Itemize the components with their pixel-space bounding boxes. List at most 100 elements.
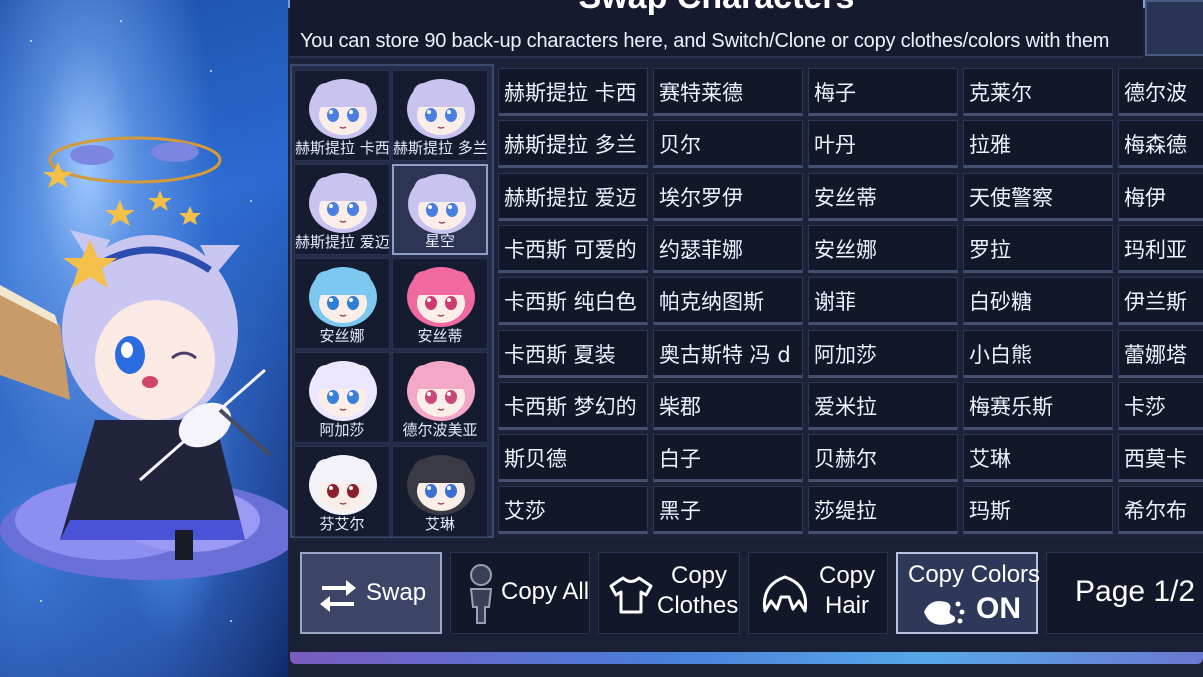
character-name-cell[interactable]: 安丝蒂 (808, 172, 958, 221)
character-name-cell[interactable]: 卡西斯 可爱的 (498, 224, 648, 273)
character-portrait-icon (309, 455, 377, 515)
character-slot[interactable]: 星空 (392, 164, 488, 255)
character-name-cell[interactable]: 叶丹 (808, 120, 958, 169)
person-silhouette-icon (469, 564, 493, 624)
copy-all-label: Copy All (501, 578, 590, 605)
character-name-cell[interactable]: 谢菲 (808, 277, 958, 326)
character-slot-label: 赫斯提拉 卡西 (295, 139, 389, 157)
character-portrait-icon (407, 361, 475, 421)
character-slot[interactable]: 赫斯提拉 卡西 (294, 70, 390, 161)
character-name-cell[interactable]: 艾莎 (498, 486, 648, 535)
character-slot-grid: 赫斯提拉 卡西 赫斯提拉 多兰 赫斯提拉 爱迈 星空安丝娜 安丝蒂阿加莎 德尔波美亚芬艾尔… (290, 64, 494, 538)
character-name-cell[interactable]: 梅子 (808, 68, 958, 116)
character-slot[interactable]: 阿加莎 (294, 352, 390, 443)
character-slot[interactable]: 艾琳 (392, 446, 488, 537)
character-name-cell[interactable]: 罗拉 (963, 224, 1113, 273)
character-name-cell[interactable]: 赫斯提拉 爱迈 (498, 172, 648, 221)
character-name-cell[interactable]: 小白熊 (963, 329, 1113, 378)
copy-hair-button[interactable]: Copy Hair (748, 552, 888, 634)
character-portrait-icon (407, 79, 475, 139)
character-name-cell[interactable]: 莎缇拉 (808, 486, 958, 535)
panel-header: Swap Characters You can store 90 back-up… (290, 0, 1143, 58)
character-name-cell[interactable]: 爱米拉 (808, 381, 958, 430)
character-portrait-icon (309, 267, 377, 327)
swap-label: Swap (366, 579, 427, 606)
character-name-cell[interactable]: 赫斯提拉 多兰 (498, 120, 648, 169)
character-slot[interactable]: 安丝蒂 (392, 258, 488, 349)
character-name-cell[interactable]: 卡西斯 夏装 (498, 329, 648, 378)
character-slot-label: 艾琳 (424, 515, 455, 533)
page-indicator-button[interactable]: Page 1/2 (1046, 552, 1203, 634)
character-name-cell[interactable]: 克莱尔 (963, 68, 1113, 116)
action-bar: Swap Copy All Copy Clothes Copy Hair Cop… (290, 540, 1203, 652)
character-name-cell[interactable]: 贝赫尔 (808, 434, 958, 483)
page-subtitle: You can store 90 back-up characters here… (300, 30, 1110, 52)
character-name-table: 赫斯提拉 卡西 赛特莱德 梅子 克莱尔 德尔波赫斯提拉 多兰 贝尔 叶丹 拉雅 梅森德赫斯提拉 … (498, 68, 1203, 538)
header-corner-button[interactable] (1145, 0, 1203, 56)
character-name-cell[interactable]: 帕克纳图斯 (653, 277, 803, 326)
character-portrait-icon (309, 173, 377, 233)
character-name-cell[interactable]: 希尔布 (1118, 486, 1203, 535)
character-name-cell[interactable]: 卡莎 (1118, 381, 1203, 430)
character-name-cell[interactable]: 德尔波 (1118, 68, 1203, 116)
character-name-cell[interactable]: 埃尔罗伊 (653, 172, 803, 221)
character-name-cell[interactable]: 白子 (653, 434, 803, 483)
character-name-cell[interactable]: 西莫卡 (1118, 434, 1203, 483)
page-indicator: Page 1/2 (1075, 575, 1196, 608)
character-name-cell[interactable]: 贝尔 (653, 120, 803, 169)
swap-arrows-icon (320, 580, 356, 612)
character-slot[interactable]: 芬艾尔 (294, 446, 390, 537)
character-name-cell[interactable]: 奥古斯特 冯 d (653, 329, 803, 378)
copy-hair-label-line1: Copy (819, 562, 876, 589)
character-preview (0, 136, 288, 580)
copy-hair-label-line2: Hair (825, 592, 870, 619)
character-name-cell[interactable]: 白砂糖 (963, 277, 1113, 326)
character-name-cell[interactable]: 卡西斯 纯白色 (498, 277, 648, 326)
character-portrait-icon (408, 174, 476, 234)
character-portrait-icon (407, 455, 475, 515)
paint-palette-icon (924, 601, 965, 625)
character-name-cell[interactable]: 蕾娜塔 (1118, 329, 1203, 378)
character-name-cell[interactable]: 约瑟菲娜 (653, 224, 803, 273)
character-name-cell[interactable]: 梅赛乐斯 (963, 381, 1113, 430)
character-name-cell[interactable]: 玛斯 (963, 486, 1113, 535)
shirt-icon (609, 576, 653, 614)
character-slot-label: 安丝娜 (319, 327, 365, 345)
copy-colors-toggle[interactable]: Copy Colors ON (896, 552, 1041, 634)
character-slot[interactable]: 德尔波美亚 (392, 352, 488, 443)
character-name-cell[interactable]: 玛利亚 (1118, 224, 1203, 273)
character-name-cell[interactable]: 天使警察 (963, 172, 1113, 221)
character-name-cell[interactable]: 柴郡 (653, 381, 803, 430)
character-name-cell[interactable]: 赫斯提拉 卡西 (498, 68, 648, 116)
character-name-cell[interactable]: 梅伊 (1118, 172, 1203, 221)
character-name-cell[interactable]: 阿加莎 (808, 329, 958, 378)
copy-clothes-button[interactable]: Copy Clothes (598, 552, 740, 634)
swap-panel: Swap Characters You can store 90 back-up… (288, 0, 1203, 677)
page-title: Swap Characters (290, 0, 1143, 17)
swap-button[interactable]: Swap (300, 552, 442, 634)
character-name-cell[interactable]: 伊兰斯 (1118, 277, 1203, 326)
character-portrait-icon (407, 267, 475, 327)
character-name-cell[interactable]: 艾琳 (963, 434, 1113, 483)
copy-colors-label: Copy Colors (908, 561, 1041, 588)
character-slot-label: 赫斯提拉 多兰 (393, 139, 487, 157)
hair-icon (762, 575, 808, 613)
character-slot[interactable]: 赫斯提拉 多兰 (392, 70, 488, 161)
copy-all-button[interactable]: Copy All (450, 552, 590, 634)
character-slot-label: 芬艾尔 (319, 515, 365, 533)
copy-colors-state: ON (976, 592, 1021, 625)
character-portrait-icon (309, 361, 377, 421)
character-slot-label: 星空 (424, 232, 455, 250)
character-name-cell[interactable]: 安丝娜 (808, 224, 958, 273)
character-name-cell[interactable]: 黑子 (653, 486, 803, 535)
character-name-cell[interactable]: 卡西斯 梦幻的 (498, 381, 648, 430)
character-slot-label: 德尔波美亚 (402, 421, 478, 439)
character-name-cell[interactable]: 赛特莱德 (653, 68, 803, 116)
character-slot-label: 阿加莎 (319, 421, 365, 439)
character-slot[interactable]: 赫斯提拉 爱迈 (294, 164, 390, 255)
character-name-cell[interactable]: 斯贝德 (498, 434, 648, 483)
character-slot[interactable]: 安丝娜 (294, 258, 390, 349)
character-name-cell[interactable]: 拉雅 (963, 120, 1113, 169)
copy-clothes-label-line1: Copy (671, 562, 728, 589)
character-name-cell[interactable]: 梅森德 (1118, 120, 1203, 169)
